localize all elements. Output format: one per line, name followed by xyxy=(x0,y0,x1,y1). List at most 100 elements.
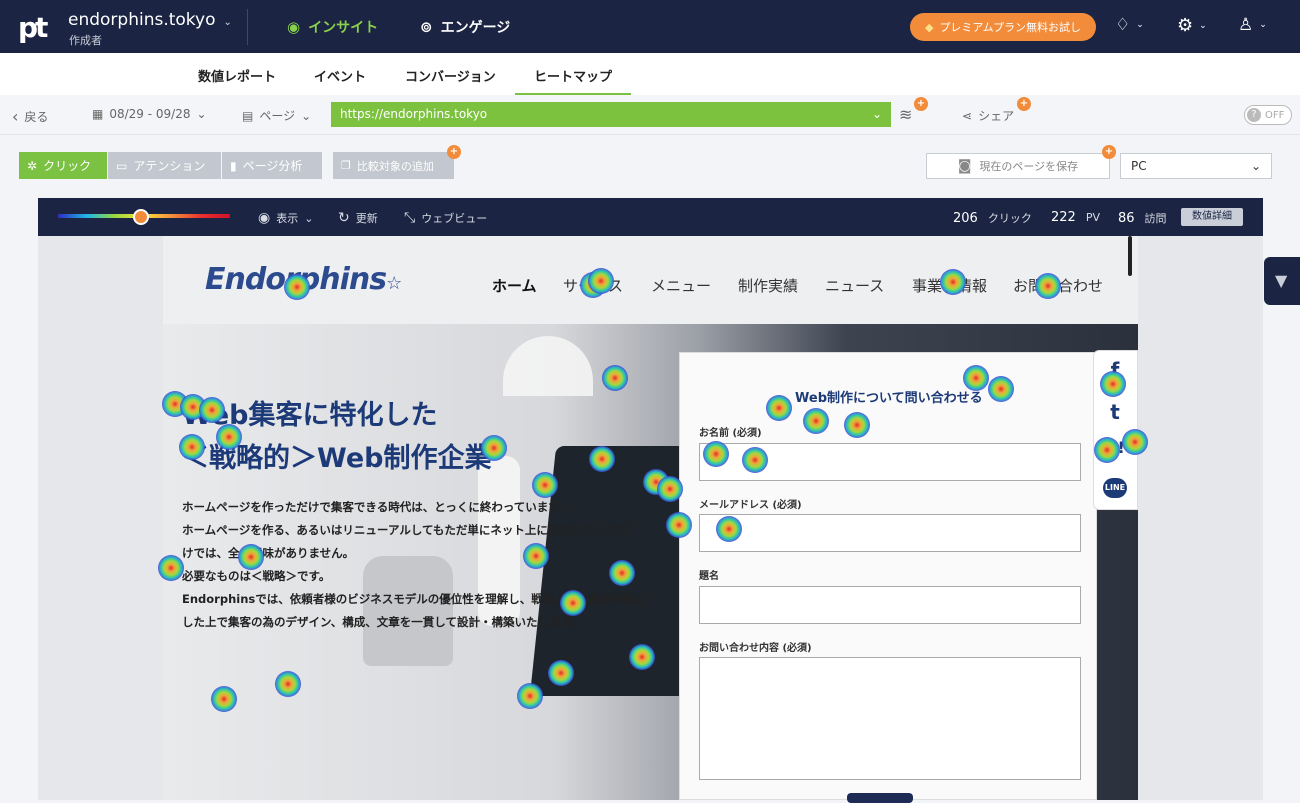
page-label: ページ xyxy=(259,109,296,123)
chevron-down-icon: ⌄ xyxy=(304,211,314,225)
copy-icon: ❐ xyxy=(341,159,351,172)
diamond-icon: ◆ xyxy=(924,20,934,34)
add-comparison-button[interactable]: ❐ 比較対象の追加 xyxy=(333,152,454,179)
plant-image xyxy=(363,556,453,666)
click-heat-spot xyxy=(517,683,543,709)
tips-menu[interactable]: ♢ ⌄ xyxy=(1115,15,1144,35)
click-heat-spot xyxy=(211,686,237,712)
device-select[interactable]: PC ⌄ xyxy=(1120,153,1272,179)
chevron-down-icon: ⌄ xyxy=(1136,20,1144,30)
share-button[interactable]: ⋖ シェア xyxy=(962,107,1014,124)
visit-count: 86 訪問 xyxy=(1118,210,1167,226)
top-bar: pt endorphins.tokyo ⌄ 作成者 ◉ インサイト ⊚ エンゲージ… xyxy=(0,0,1300,53)
add-comparison-label: 比較対象の追加 xyxy=(356,159,434,173)
click-heat-spot xyxy=(179,434,205,460)
preview-scrollbar[interactable] xyxy=(1128,236,1132,276)
device-value: PC xyxy=(1131,159,1147,173)
tab-numeric-report[interactable]: 数値レポート xyxy=(198,66,276,85)
click-heat-spot xyxy=(1035,273,1061,299)
camera-icon: ◙ xyxy=(957,158,972,174)
document-icon: ▤ xyxy=(242,108,254,123)
click-heat-spot xyxy=(481,435,507,461)
site-nav-item[interactable]: メニュー xyxy=(651,275,711,296)
click-heat-spot xyxy=(629,644,655,670)
click-heat-spot xyxy=(988,376,1014,402)
tab-events[interactable]: イベント xyxy=(314,66,366,85)
pv-count-label: PV xyxy=(1085,211,1100,224)
back-label: 戻る xyxy=(24,110,49,124)
date-range-picker[interactable]: ▦ 08/29 - 09/28 ⌄ xyxy=(92,107,207,121)
visit-count-value: 86 xyxy=(1118,210,1135,226)
help-toggle[interactable]: ? OFF xyxy=(1244,105,1292,125)
site-nav-item[interactable]: ホーム xyxy=(492,275,537,296)
click-count-value: 206 xyxy=(953,210,978,226)
app-logo[interactable]: pt xyxy=(18,11,48,44)
nav-engage[interactable]: ⊚ エンゲージ xyxy=(420,17,510,37)
user-role: 作成者 xyxy=(69,34,102,47)
click-heat-spot xyxy=(523,543,549,569)
chevron-left-icon: ‹ xyxy=(12,107,19,126)
view-menu[interactable]: ◉ 表示 ⌄ xyxy=(258,210,313,226)
filter-icon: ▼ xyxy=(1275,271,1288,290)
chevron-down-icon: ⌄ xyxy=(301,108,312,123)
toggle-state: OFF xyxy=(1265,109,1285,121)
back-button[interactable]: ‹ 戻る xyxy=(12,107,48,126)
click-heat-spot xyxy=(716,516,742,542)
page-selector[interactable]: ▤ ページ ⌄ xyxy=(242,107,311,124)
tab-heatmap[interactable]: ヒートマップ xyxy=(514,66,632,96)
submit-button[interactable] xyxy=(847,793,913,803)
gear-icon: ⚙ xyxy=(1177,15,1194,36)
premium-plus-icon: + xyxy=(1017,97,1031,111)
click-heat-spot xyxy=(844,412,870,438)
line-icon[interactable]: LINE xyxy=(1103,478,1127,498)
chevron-down-icon: ⌄ xyxy=(1199,20,1207,31)
subject-field[interactable] xyxy=(699,586,1081,624)
eye-icon: ◉ xyxy=(258,210,271,226)
premium-plus-icon: + xyxy=(1102,145,1116,159)
mode-page-analysis-button[interactable]: ▮ ページ分析 xyxy=(222,152,322,179)
site-paragraph: ホームページを作る、あるいはリニューアルしてもただ単にネット上に存在しているだ xyxy=(182,523,629,537)
detail-button[interactable]: 数値詳細 xyxy=(1181,208,1243,226)
layers-button[interactable]: ≋ xyxy=(899,105,912,124)
site-nav-item[interactable]: ニュース xyxy=(825,275,884,296)
click-heat-spot xyxy=(666,512,692,538)
question-icon: ? xyxy=(1247,108,1261,122)
url-selector[interactable]: https://endorphins.tokyo ⌄ xyxy=(331,102,891,127)
divider xyxy=(247,9,248,45)
mode-click-button[interactable]: ✲ クリック xyxy=(19,152,107,179)
premium-trial-button[interactable]: ◆ プレミアムプラン無料お試し xyxy=(910,13,1096,41)
site-paragraph: けでは、全く意味がありません。 xyxy=(182,546,355,560)
premium-trial-label: プレミアムプラン無料お試し xyxy=(939,21,1082,34)
monitor-icon: ▭ xyxy=(116,158,128,173)
nav-insight[interactable]: ◉ インサイト xyxy=(287,17,378,37)
eye-icon: ◉ xyxy=(287,18,301,36)
site-selector[interactable]: endorphins.tokyo ⌄ xyxy=(68,10,232,30)
click-heat-spot xyxy=(803,408,829,434)
refresh-button[interactable]: ↻ 更新 xyxy=(338,210,378,226)
mode-attention-button[interactable]: ▭ アテンション xyxy=(108,152,221,179)
view-label: 表示 xyxy=(276,212,299,225)
message-field[interactable] xyxy=(699,657,1081,780)
click-heat-spot xyxy=(1100,371,1126,397)
account-menu[interactable]: ♙ ⌄ xyxy=(1238,15,1267,35)
webview-button[interactable]: ⤡ ウェブビュー xyxy=(404,210,487,226)
save-page-button[interactable]: ◙ 現在のページを保存 xyxy=(926,153,1110,179)
settings-menu[interactable]: ⚙ ⌄ xyxy=(1177,15,1207,36)
tab-conversion[interactable]: コンバージョン xyxy=(405,66,496,85)
star-icon: ☆ xyxy=(386,273,402,294)
chevron-down-icon: ⌄ xyxy=(871,107,882,121)
pv-count: 222 PV xyxy=(1051,210,1100,225)
intensity-slider-handle[interactable] xyxy=(133,209,149,225)
email-field[interactable] xyxy=(699,514,1081,552)
twitter-icon[interactable]: t xyxy=(1103,400,1127,424)
click-heat-spot xyxy=(548,660,574,686)
site-nav-item[interactable]: 制作実績 xyxy=(738,275,798,296)
site-name: endorphins.tokyo xyxy=(68,10,216,30)
form-title: Web制作について問い合わせる xyxy=(795,391,983,406)
pv-count-value: 222 xyxy=(1051,210,1076,225)
click-heat-spot xyxy=(1122,429,1148,455)
click-heat-spot xyxy=(284,274,310,300)
click-heat-spot xyxy=(589,446,615,472)
heatmap-control-bar: ◉ 表示 ⌄ ↻ 更新 ⤡ ウェブビュー 206 クリック 222 PV 86 訪問 数値詳細 xyxy=(38,198,1263,236)
filter-button[interactable]: ▼ xyxy=(1264,257,1300,305)
